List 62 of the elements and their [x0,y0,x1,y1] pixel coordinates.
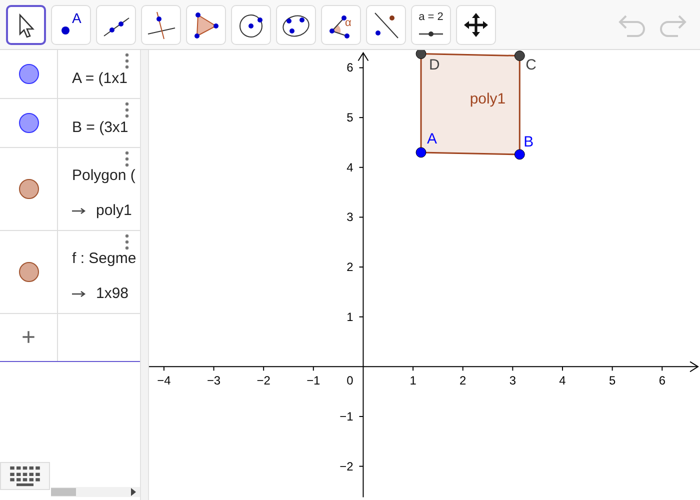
point-icon [61,26,70,34]
x-tick-label: 3 [509,374,516,388]
circle-tool-button[interactable] [231,4,271,44]
y-tick-label: 5 [346,110,354,125]
point-marker[interactable] [416,50,426,60]
y-tick-label: −1 [340,409,354,424]
line-tool-button[interactable] [96,4,136,44]
more-options-icon[interactable] [125,234,129,250]
y-tick-label: 3 [346,210,354,224]
reflect-tool-button[interactable] [366,4,406,44]
x-tick-label: −4 [157,374,171,388]
x-tick-label: 1 [410,374,416,388]
algebra-input[interactable]: f : Segme [72,250,140,267]
point-marker[interactable] [416,147,426,158]
point-tool-button[interactable]: A [51,4,91,44]
visibility-marker[interactable] [18,113,38,133]
move-tool-button[interactable] [6,4,46,44]
arrow-icon [72,208,86,214]
y-tick-label: 6 [346,60,354,75]
y-tick-label: 1 [346,310,354,324]
conic-tool-button[interactable] [276,4,316,44]
more-options-icon[interactable] [125,53,129,69]
perpendicular-tool-button[interactable] [141,4,181,44]
point-marker[interactable] [514,149,525,160]
x-tick-label: −1 [306,374,320,388]
x-tick-label: 5 [609,374,616,388]
more-options-icon[interactable] [125,151,129,167]
algebra-input[interactable]: A = (1x1 [72,70,140,86]
pan-tool-button[interactable] [456,4,496,44]
visibility-marker[interactable] [18,262,38,282]
point-marker[interactable] [514,50,525,62]
output-value: poly1 [96,202,132,219]
point-label: C [526,56,536,74]
origin-label: 0 [346,374,354,388]
horizontal-scrollbar[interactable] [51,487,140,497]
x-tick-label: 2 [460,374,466,388]
square-polygon[interactable] [420,53,520,156]
polygon-tool-button[interactable] [186,4,226,44]
slider-tool-button[interactable]: a = 2 [411,4,451,44]
output-value: 1x98 [96,285,129,302]
slider-icon [418,30,444,36]
algebra-input[interactable]: B = (3x1 [72,118,140,136]
angle-tool-button[interactable]: α [321,4,361,44]
x-tick-label: 4 [559,374,566,388]
point-label: B [524,133,534,150]
x-tick-label: 6 [658,374,666,388]
y-tick-label: 4 [346,160,354,174]
arrow-icon [72,290,86,296]
keyboard-button[interactable] [0,462,50,490]
point-label: A [427,130,437,148]
visibility-marker[interactable] [18,64,38,84]
more-options-icon[interactable] [125,102,129,118]
y-tick-label: −2 [340,459,354,474]
algebra-input[interactable]: Polygon ( [72,167,140,184]
x-tick-label: −3 [206,374,221,388]
perpendicular-lines-icon [146,10,176,40]
add-item-button[interactable]: + [21,324,36,352]
visibility-marker[interactable] [18,179,38,199]
point-label: D [428,56,440,74]
polygon-label: poly1 [470,90,506,108]
y-tick-label: 2 [346,260,354,274]
x-tick-label: −2 [256,374,270,388]
